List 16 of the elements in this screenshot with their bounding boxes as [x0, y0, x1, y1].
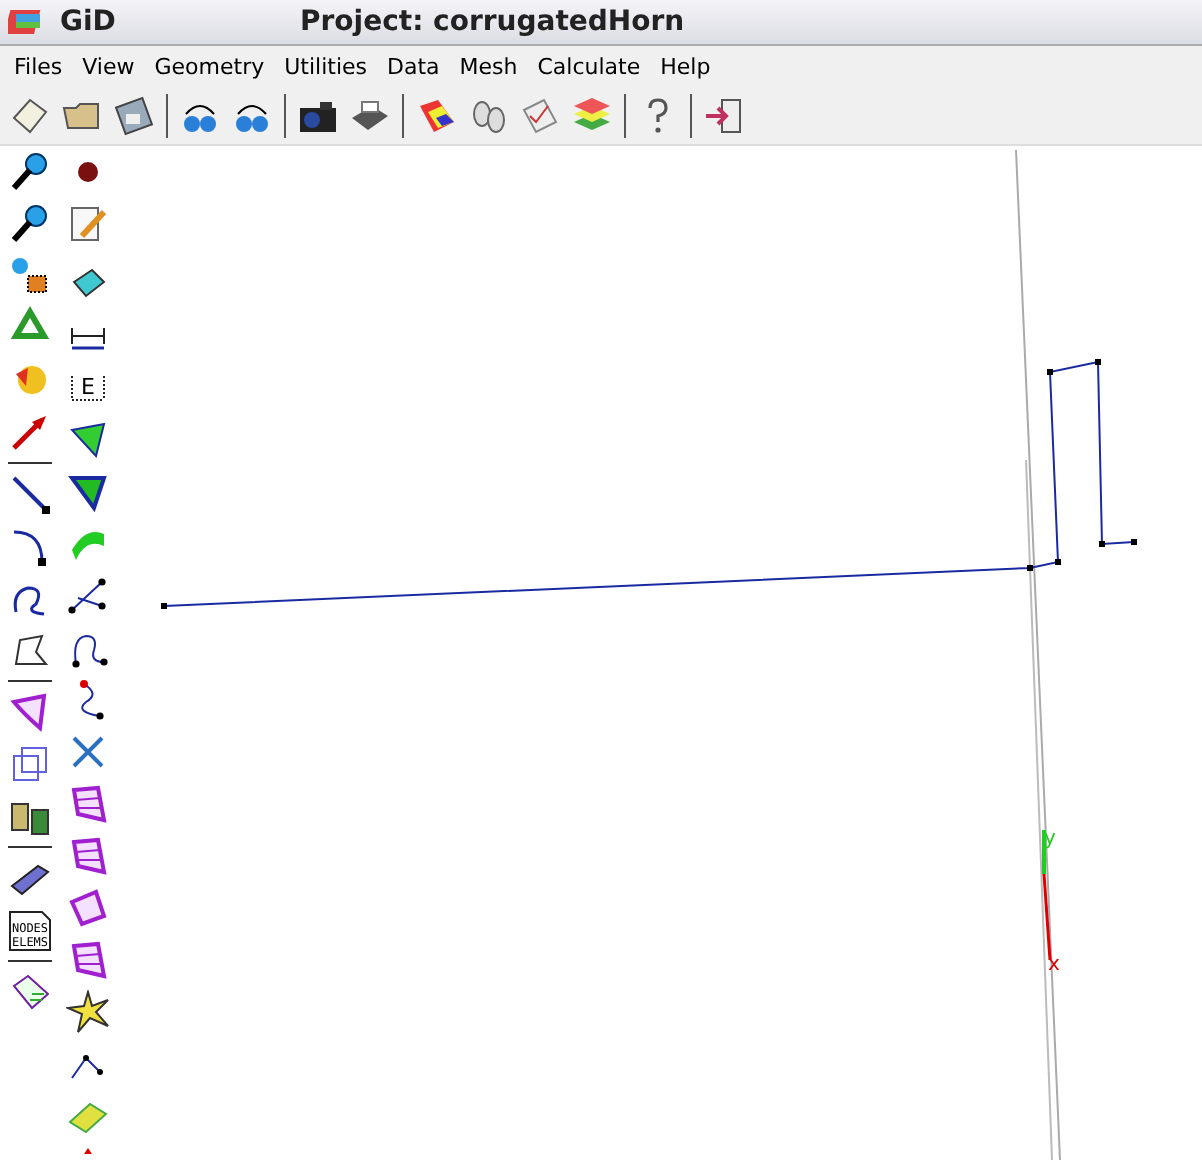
menu-item[interactable]: View [72, 54, 145, 80]
axis-x [1042, 873, 1052, 961]
axis-y [1042, 830, 1046, 874]
menu-item[interactable]: Files [4, 54, 73, 80]
connected-points-icon[interactable] [63, 572, 111, 620]
menu-item[interactable]: Mesh [449, 54, 528, 80]
menu-item[interactable]: Utilities [274, 54, 378, 80]
x-axis-label: x [1048, 954, 1060, 976]
starburst-icon[interactable] [63, 988, 111, 1036]
app-name: GiD [60, 6, 118, 38]
menu-item[interactable]: Data [377, 54, 450, 80]
menu-item[interactable]: Geometry [144, 54, 275, 80]
y-axis-label: y [1044, 828, 1056, 850]
window-title: Project: corrugatedHorn [300, 6, 685, 38]
menu-item[interactable]: Help [650, 54, 721, 80]
menu-item[interactable]: Calculate [527, 54, 651, 80]
